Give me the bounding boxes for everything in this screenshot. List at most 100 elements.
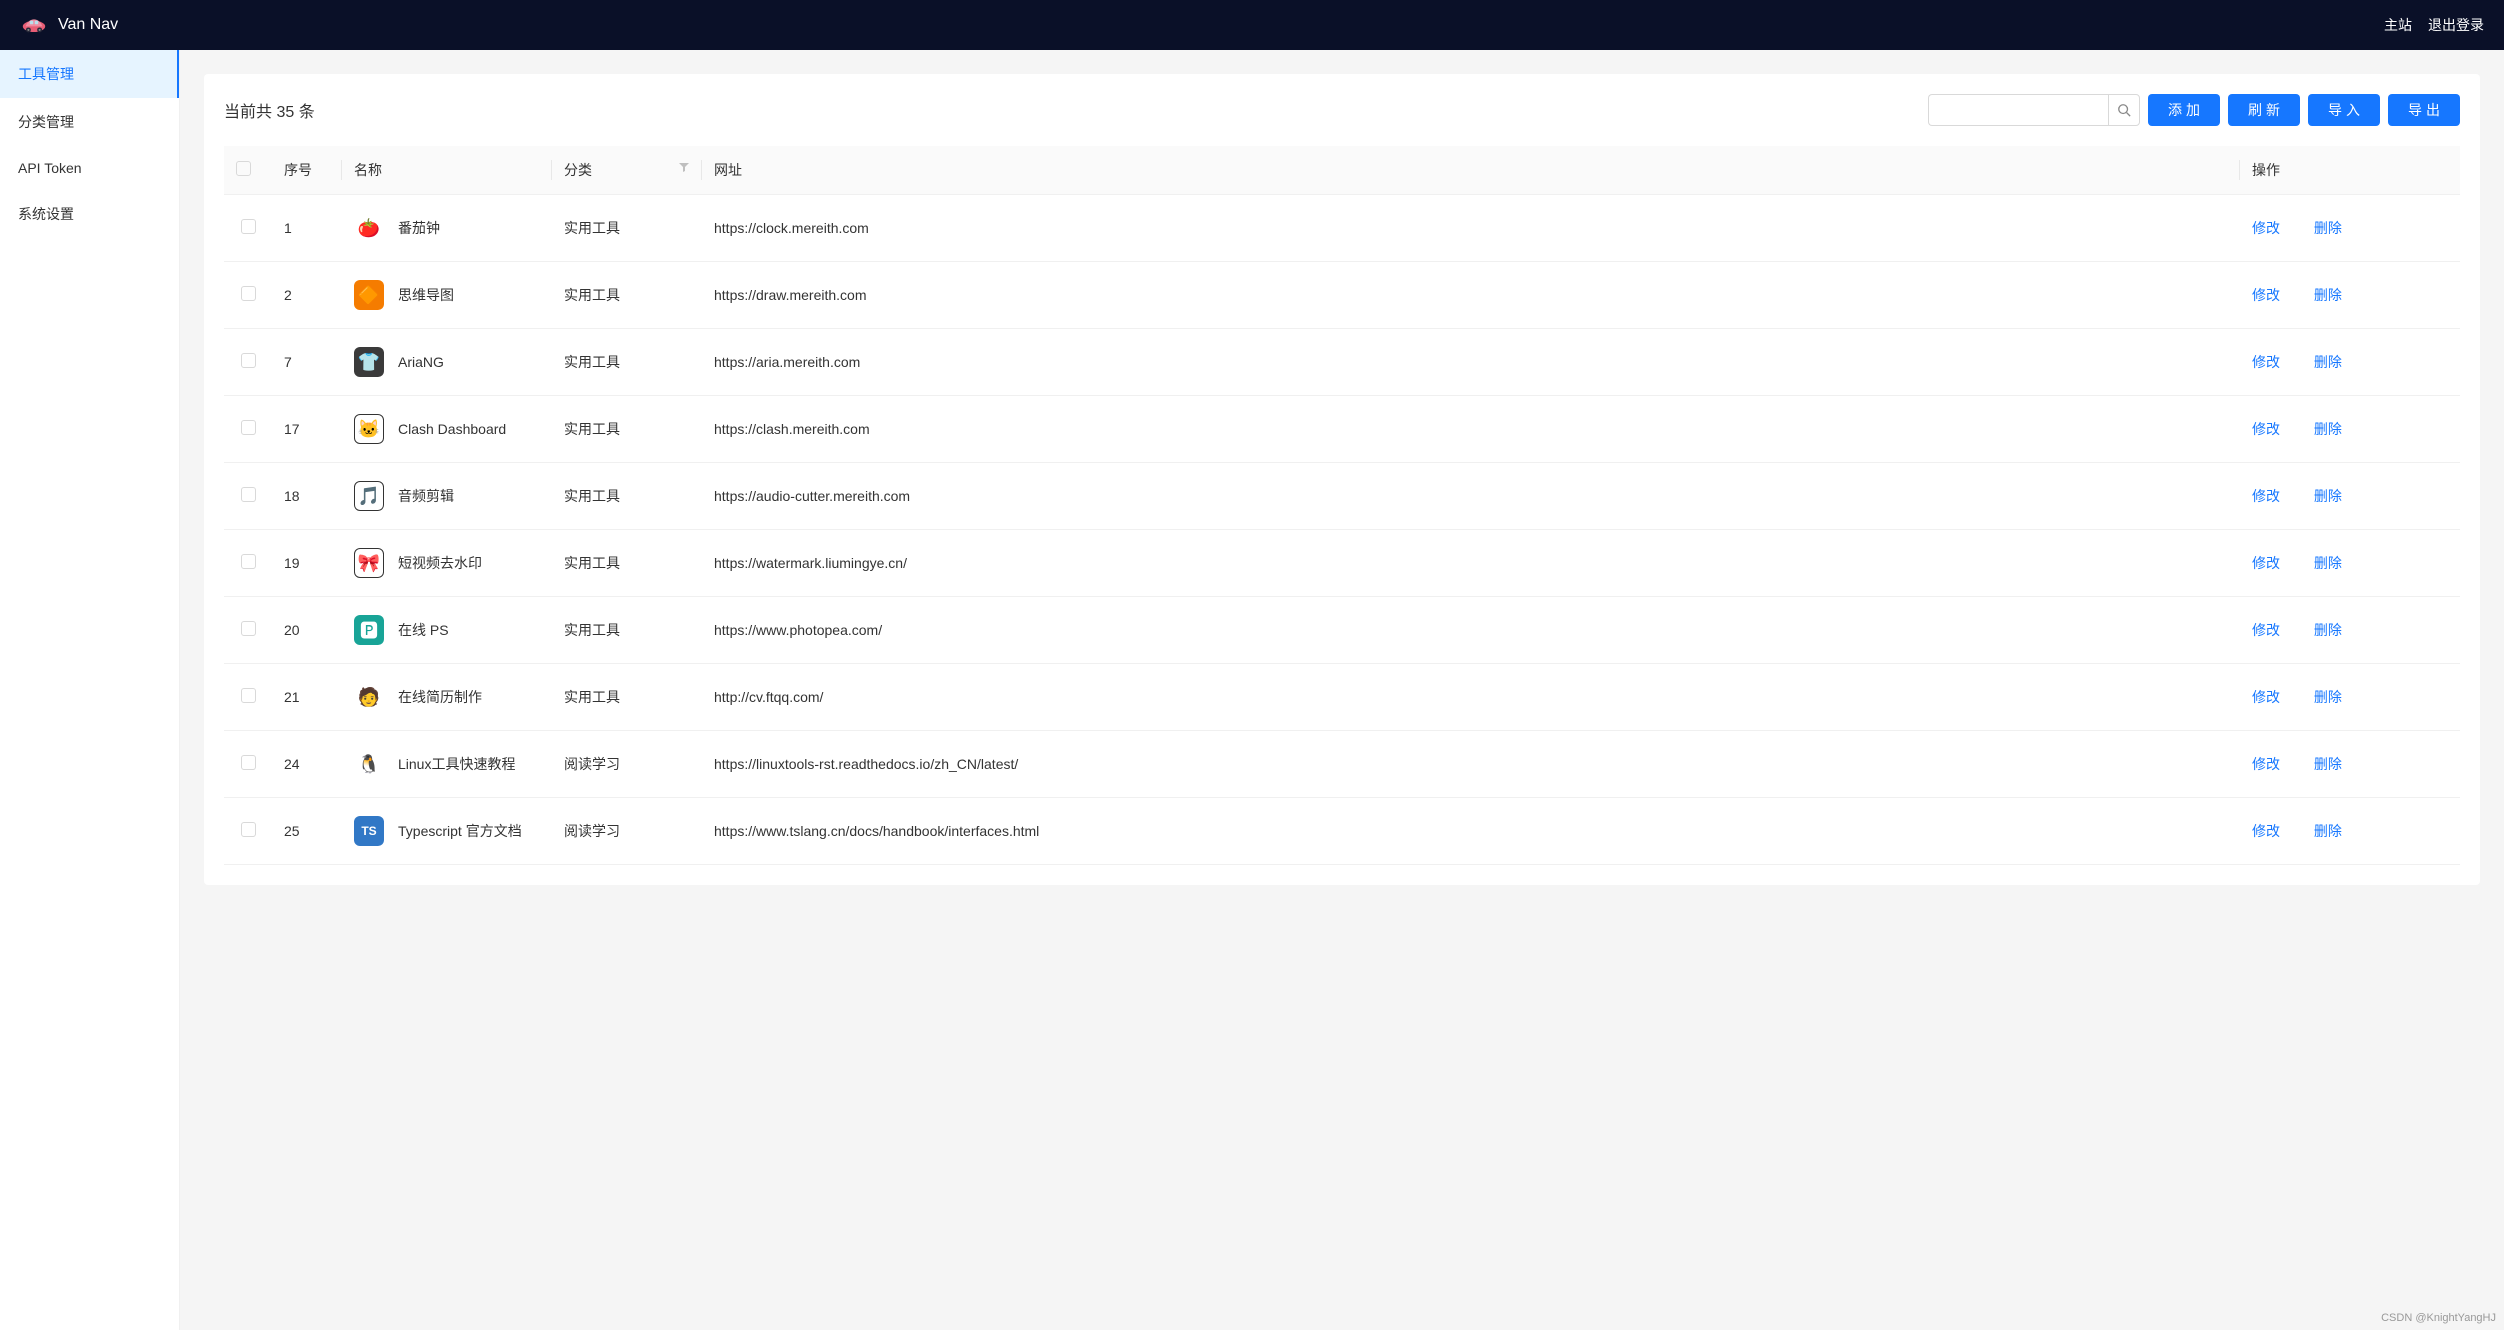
- edit-link[interactable]: 修改: [2252, 555, 2280, 571]
- sidebar-item-1[interactable]: 分类管理: [0, 98, 179, 146]
- edit-link[interactable]: 修改: [2252, 823, 2280, 839]
- row-category: 实用工具: [552, 597, 702, 664]
- layout: 工具管理分类管理API Token系统设置 当前共 35 条 添加 刷新 导入: [0, 50, 2504, 1330]
- row-checkbox[interactable]: [241, 420, 256, 435]
- tools-table: 序号 名称 分类 网址 操作 1 🍅: [224, 146, 2460, 865]
- refresh-button[interactable]: 刷新: [2228, 94, 2300, 126]
- table-row: 19 🎀 短视频去水印 实用工具 https://watermark.liumi…: [224, 530, 2460, 597]
- row-checkbox[interactable]: [241, 688, 256, 703]
- header-seq[interactable]: 序号: [272, 146, 342, 195]
- row-checkbox[interactable]: [241, 554, 256, 569]
- row-actions: 修改 删除: [2240, 195, 2460, 262]
- row-actions: 修改 删除: [2240, 463, 2460, 530]
- row-actions: 修改 删除: [2240, 731, 2460, 798]
- edit-link[interactable]: 修改: [2252, 689, 2280, 705]
- select-all-checkbox[interactable]: [236, 161, 251, 176]
- edit-link[interactable]: 修改: [2252, 354, 2280, 370]
- edit-link[interactable]: 修改: [2252, 622, 2280, 638]
- delete-link[interactable]: 删除: [2314, 220, 2342, 236]
- row-seq: 7: [272, 329, 342, 396]
- row-checkbox[interactable]: [241, 286, 256, 301]
- row-url: https://www.tslang.cn/docs/handbook/inte…: [702, 798, 2240, 865]
- row-checkbox-cell: [224, 396, 272, 463]
- search-wrap: [1928, 94, 2140, 126]
- header-url[interactable]: 网址: [702, 146, 2240, 195]
- row-category: 实用工具: [552, 329, 702, 396]
- item-icon: 👕: [354, 347, 384, 377]
- row-checkbox-cell: [224, 262, 272, 329]
- filter-icon[interactable]: [678, 160, 690, 176]
- row-checkbox[interactable]: [241, 755, 256, 770]
- delete-link[interactable]: 删除: [2314, 555, 2342, 571]
- table-row: 7 👕 AriaNG 实用工具 https://aria.mereith.com…: [224, 329, 2460, 396]
- edit-link[interactable]: 修改: [2252, 756, 2280, 772]
- import-button[interactable]: 导入: [2308, 94, 2380, 126]
- edit-link[interactable]: 修改: [2252, 220, 2280, 236]
- row-checkbox[interactable]: [241, 353, 256, 368]
- count-suffix: 条: [294, 104, 314, 121]
- export-button[interactable]: 导出: [2388, 94, 2460, 126]
- add-button[interactable]: 添加: [2148, 94, 2220, 126]
- delete-link[interactable]: 删除: [2314, 823, 2342, 839]
- row-url: https://aria.mereith.com: [702, 329, 2240, 396]
- row-seq: 19: [272, 530, 342, 597]
- header-right: 主站 退出登录: [2384, 15, 2484, 35]
- item-name: Clash Dashboard: [398, 421, 506, 437]
- main-site-link[interactable]: 主站: [2384, 15, 2412, 35]
- item-icon: 🅿: [354, 615, 384, 645]
- row-url: https://clock.mereith.com: [702, 195, 2240, 262]
- edit-link[interactable]: 修改: [2252, 421, 2280, 437]
- count-text: 当前共 35 条: [224, 98, 315, 122]
- row-url: http://cv.ftqq.com/: [702, 664, 2240, 731]
- row-seq: 20: [272, 597, 342, 664]
- delete-link[interactable]: 删除: [2314, 354, 2342, 370]
- sidebar-item-0[interactable]: 工具管理: [0, 50, 179, 98]
- row-name-cell: 🎀 短视频去水印: [342, 530, 552, 597]
- row-seq: 18: [272, 463, 342, 530]
- row-seq: 17: [272, 396, 342, 463]
- row-checkbox-cell: [224, 530, 272, 597]
- sidebar-item-3[interactable]: 系统设置: [0, 190, 179, 238]
- search-input[interactable]: [1928, 94, 2108, 126]
- row-actions: 修改 删除: [2240, 664, 2460, 731]
- table-row: 1 🍅 番茄钟 实用工具 https://clock.mereith.com 修…: [224, 195, 2460, 262]
- row-checkbox[interactable]: [241, 822, 256, 837]
- row-category: 实用工具: [552, 396, 702, 463]
- row-checkbox[interactable]: [241, 219, 256, 234]
- edit-link[interactable]: 修改: [2252, 287, 2280, 303]
- delete-link[interactable]: 删除: [2314, 689, 2342, 705]
- item-icon: 🐱: [354, 414, 384, 444]
- delete-link[interactable]: 删除: [2314, 287, 2342, 303]
- item-name: 短视频去水印: [398, 553, 482, 573]
- row-name-cell: 🐧 Linux工具快速教程: [342, 731, 552, 798]
- count-prefix: 当前共: [224, 104, 276, 121]
- delete-link[interactable]: 删除: [2314, 488, 2342, 504]
- edit-link[interactable]: 修改: [2252, 488, 2280, 504]
- logout-link[interactable]: 退出登录: [2428, 15, 2484, 35]
- item-name: 音频剪辑: [398, 486, 454, 506]
- delete-link[interactable]: 删除: [2314, 622, 2342, 638]
- main-content: 当前共 35 条 添加 刷新 导入 导出: [180, 50, 2504, 1330]
- delete-link[interactable]: 删除: [2314, 756, 2342, 772]
- row-checkbox[interactable]: [241, 487, 256, 502]
- row-category: 实用工具: [552, 262, 702, 329]
- row-checkbox[interactable]: [241, 621, 256, 636]
- header-name[interactable]: 名称: [342, 146, 552, 195]
- item-name: 在线简历制作: [398, 687, 482, 707]
- row-category: 实用工具: [552, 530, 702, 597]
- sidebar-item-2[interactable]: API Token: [0, 146, 179, 190]
- table-row: 2 🔶 思维导图 实用工具 https://draw.mereith.com 修…: [224, 262, 2460, 329]
- header-category[interactable]: 分类: [552, 146, 702, 195]
- row-checkbox-cell: [224, 731, 272, 798]
- item-name: 番茄钟: [398, 218, 440, 238]
- search-button[interactable]: [2108, 94, 2140, 126]
- delete-link[interactable]: 删除: [2314, 421, 2342, 437]
- table-row: 20 🅿 在线 PS 实用工具 https://www.photopea.com…: [224, 597, 2460, 664]
- app-title: Van Nav: [58, 16, 118, 34]
- row-url: https://www.photopea.com/: [702, 597, 2240, 664]
- row-name-cell: 👕 AriaNG: [342, 329, 552, 396]
- item-name: 思维导图: [398, 285, 454, 305]
- row-url: https://audio-cutter.mereith.com: [702, 463, 2240, 530]
- row-checkbox-cell: [224, 597, 272, 664]
- row-actions: 修改 删除: [2240, 329, 2460, 396]
